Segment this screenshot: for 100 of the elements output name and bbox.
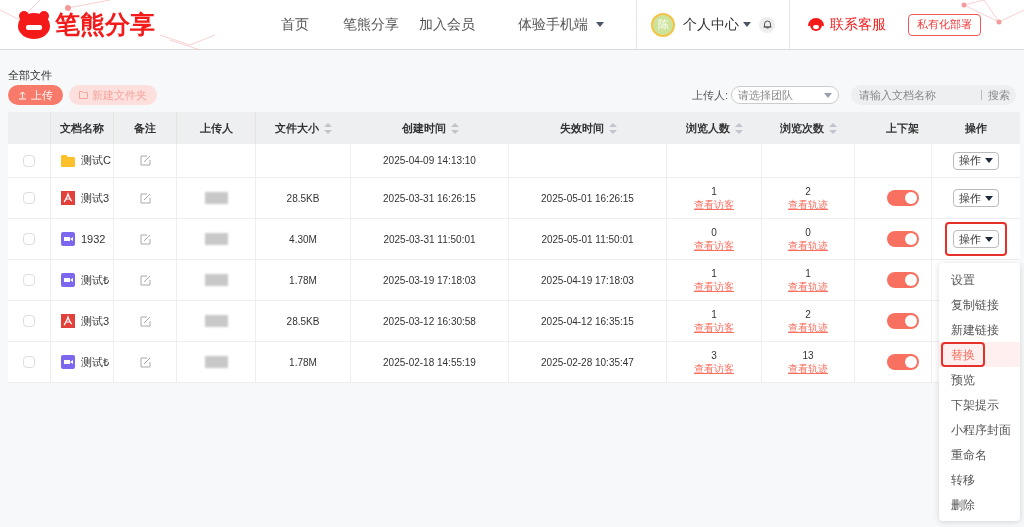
expiry-time: 2025-04-12 16:35:15: [541, 314, 634, 329]
action-button[interactable]: 操作: [953, 189, 999, 207]
expiry-time: 2025-02-28 10:35:47: [541, 355, 634, 370]
pdf-icon: [61, 314, 75, 328]
caret-icon: [985, 158, 993, 163]
breadcrumb: 全部文件: [8, 68, 53, 81]
file-size: 1.78M: [289, 355, 317, 370]
edit-icon[interactable]: [139, 356, 151, 368]
file-name[interactable]: 测试C: [81, 152, 111, 169]
video-icon: [61, 273, 75, 287]
expiry-time: 2025-05-01 16:26:15: [541, 191, 634, 206]
sort-icon[interactable]: [829, 122, 837, 134]
file-name[interactable]: 测试3: [81, 189, 110, 207]
contact-support-link[interactable]: 联系客服: [830, 14, 886, 35]
redacted-uploader: [204, 356, 228, 368]
view-count: 2: [805, 308, 811, 321]
action-button[interactable]: 操作: [953, 230, 999, 248]
caret-icon: [985, 195, 993, 201]
sort-icon[interactable]: [324, 122, 332, 134]
redacted-uploader: [204, 192, 228, 204]
sort-icon[interactable]: [450, 122, 459, 134]
toggle-switch[interactable]: [887, 272, 919, 288]
action-button[interactable]: 操作: [953, 151, 999, 170]
pdf-icon: [61, 191, 75, 205]
toggle-switch[interactable]: [887, 190, 919, 206]
created-time: 2025-03-31 16:26:15: [383, 191, 476, 206]
view-count: 1: [805, 267, 811, 280]
menu-item[interactable]: 重命名: [943, 445, 995, 464]
redacted-uploader: [204, 233, 228, 245]
column-header: 操作: [964, 120, 987, 136]
file-size: 28.5KB: [286, 191, 320, 206]
menu-item[interactable]: 预览: [943, 370, 983, 389]
video-icon: [61, 232, 75, 246]
menu-item[interactable]: 设置: [943, 270, 983, 289]
visitor-count: 0: [711, 226, 717, 239]
team-select[interactable]: 请选择团队: [731, 86, 839, 104]
row-checkbox[interactable]: [23, 356, 35, 368]
edit-icon[interactable]: [139, 233, 151, 245]
redacted-uploader: [204, 274, 228, 286]
bear-logo-icon: [17, 9, 51, 40]
created-time: 2025-04-09 14:13:10: [383, 154, 476, 168]
row-checkbox[interactable]: [23, 154, 35, 167]
bell-icon[interactable]: [759, 16, 775, 33]
menu-item[interactable]: 转移: [943, 470, 983, 489]
file-size: 1.78M: [289, 273, 317, 288]
toggle-switch[interactable]: [887, 231, 919, 247]
row-checkbox[interactable]: [23, 192, 35, 204]
created-time: 2025-03-31 11:50:01: [383, 232, 476, 247]
visitor-count: 1: [711, 308, 717, 321]
edit-icon[interactable]: [139, 192, 151, 204]
file-size: 4.30M: [289, 232, 317, 247]
private-deploy-tag[interactable]: 私有化部署: [908, 13, 981, 36]
menu-item[interactable]: 下架提示: [943, 395, 1007, 414]
menu-item[interactable]: 复制链接: [943, 295, 1007, 314]
created-time: 2025-02-18 14:55:19: [383, 355, 476, 370]
nav-link[interactable]: 加入会员: [409, 0, 485, 49]
caret-icon: [743, 22, 751, 27]
menu-item[interactable]: 删除: [943, 495, 983, 514]
menu-item[interactable]: 小程序封面: [943, 420, 1019, 439]
expiry-time: 2025-04-19 17:18:03: [541, 273, 634, 288]
upload-icon: [18, 90, 27, 100]
file-name[interactable]: 测试3: [81, 312, 110, 330]
toggle-switch[interactable]: [887, 354, 919, 370]
row-checkbox[interactable]: [23, 274, 35, 286]
file-name[interactable]: 1932: [81, 230, 106, 248]
visitor-count: 1: [711, 185, 717, 198]
sort-icon[interactable]: [735, 122, 743, 134]
logo-text: 笔熊分享: [55, 12, 155, 37]
expiry-time: 2025-05-01 11:50:01: [541, 232, 634, 247]
sort-icon[interactable]: [608, 122, 617, 134]
nav-link[interactable]: 首页: [257, 0, 333, 49]
toggle-switch[interactable]: [887, 313, 919, 329]
view-count: 13: [802, 349, 814, 362]
nav-link[interactable]: 体验手机端: [485, 0, 637, 49]
column-header: 浏览次数: [780, 120, 824, 136]
column-header: 浏览人数: [686, 120, 730, 136]
column-header: 创建时间: [401, 120, 446, 136]
nav-link[interactable]: 笔熊分享: [333, 0, 409, 49]
column-header: 上传人: [199, 120, 233, 136]
redacted-uploader: [204, 315, 228, 327]
row-checkbox[interactable]: [23, 233, 35, 245]
uploader-label: 上传人:: [691, 87, 728, 103]
file-name[interactable]: 测试₺: [81, 271, 109, 289]
view-count: 0: [805, 226, 811, 239]
visitor-count: 1: [711, 267, 717, 280]
column-header: 文件大小: [275, 120, 319, 136]
edit-icon[interactable]: [139, 274, 151, 286]
edit-icon[interactable]: [139, 315, 151, 327]
file-name[interactable]: 测试₺: [81, 353, 109, 371]
menu-item[interactable]: 新建链接: [943, 320, 1007, 339]
column-header: 备注: [134, 120, 156, 136]
row-checkbox[interactable]: [23, 315, 35, 327]
created-time: 2025-03-12 16:30:58: [383, 314, 476, 329]
video-icon: [61, 355, 75, 369]
column-header: 失效时间: [559, 120, 604, 136]
user-menu-button[interactable]: 个人中心: [683, 14, 751, 35]
caret-icon: [595, 22, 604, 27]
caret-icon: [824, 92, 832, 98]
edit-icon[interactable]: [139, 155, 151, 166]
folder-icon: [79, 91, 88, 99]
